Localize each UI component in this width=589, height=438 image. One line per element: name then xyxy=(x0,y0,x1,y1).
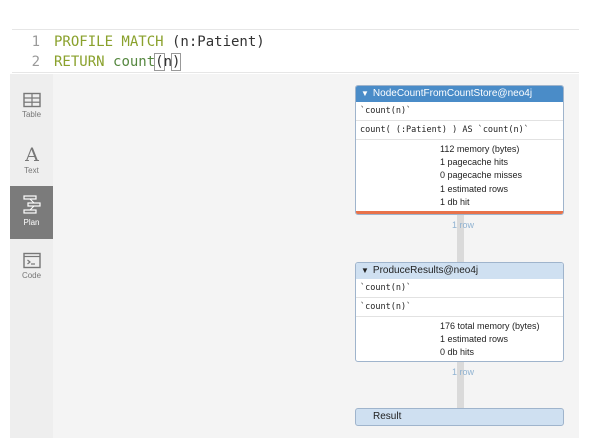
stat-estimated-rows: 1 estimated rows xyxy=(440,334,509,345)
operator-expression: count( (:Patient) ) AS `count(n)` xyxy=(356,121,563,140)
operator-stats: 176 total memory (bytes) 1 estimated row… xyxy=(356,317,563,360)
code-line-2[interactable]: 2 RETURN count(n) xyxy=(12,52,182,72)
view-tab-plan[interactable]: Plan xyxy=(10,186,53,239)
edge-row-count: 1 row xyxy=(452,367,475,377)
operator-expression: `count(n)` xyxy=(356,298,563,317)
plan-icon xyxy=(22,195,41,214)
function-count: count xyxy=(113,54,156,70)
view-tab-table[interactable]: Table xyxy=(10,82,53,135)
operator-title: ProduceResults@neo4j xyxy=(372,265,479,276)
line-number: 2 xyxy=(31,54,40,70)
stat-memory: 176 total memory (bytes) xyxy=(440,321,540,331)
operator-identifier: `count(n)` xyxy=(356,279,563,298)
view-tab-label: Table xyxy=(21,110,42,119)
db-hits-bar xyxy=(356,211,563,214)
collapse-triangle-icon[interactable]: ▼ xyxy=(361,89,369,98)
operator-node-count-from-count-store[interactable]: ▼ NodeCountFromCountStore@neo4j `count(n)… xyxy=(355,85,564,215)
paren-close: ) xyxy=(170,53,182,71)
view-tab-label: Plan xyxy=(23,218,40,227)
paren-open: ( xyxy=(154,53,165,71)
operator-title: NodeCountFromCountStore@neo4j xyxy=(372,88,533,99)
collapse-triangle-icon[interactable]: ▼ xyxy=(361,266,369,275)
stat-estimated-rows: 1 estimated rows xyxy=(440,183,509,194)
operator-identifier: `count(n)` xyxy=(356,102,563,121)
keyword-profile-match: PROFILE MATCH xyxy=(54,34,164,50)
operator-header[interactable]: ▼ NodeCountFromCountStore@neo4j xyxy=(356,86,563,102)
operator-stats: 112 memory (bytes) 1 pagecache hits 0 pa… xyxy=(356,140,563,209)
table-icon xyxy=(22,92,41,108)
svg-text:A: A xyxy=(24,144,39,164)
stat-db-hits: 0 db hits xyxy=(440,347,475,358)
stat-db-hits: 1 db hit xyxy=(440,196,470,207)
edge-row-count: 1 row xyxy=(452,220,475,230)
line-number: 1 xyxy=(31,34,40,50)
stat-pagecache-misses: 0 pagecache misses xyxy=(440,170,523,181)
view-tab-text[interactable]: A Text xyxy=(10,136,53,189)
stat-memory: 112 memory (bytes) xyxy=(440,144,520,154)
code-icon xyxy=(22,252,41,269)
stat-pagecache-hits: 1 pagecache hits xyxy=(440,157,509,168)
query-editor[interactable]: 1 PROFILE MATCH (n:Patient) 2 RETURN count… xyxy=(12,29,579,73)
view-tab-label: Text xyxy=(24,166,39,175)
result-view-sidebar: Table A Text Plan Code xyxy=(10,74,53,438)
code-line-1[interactable]: 1 PROFILE MATCH (n:Patient) xyxy=(12,32,265,52)
view-tab-label: Code xyxy=(21,271,42,280)
text-icon: A xyxy=(24,144,39,164)
count-argument: n xyxy=(163,54,173,70)
result-node[interactable]: Result xyxy=(355,408,564,426)
keyword-return: RETURN xyxy=(54,54,105,70)
view-tab-code[interactable]: Code xyxy=(10,242,53,295)
operator-produce-results[interactable]: ▼ ProduceResults@neo4j `count(n)` `count(… xyxy=(355,262,564,362)
operator-header[interactable]: ▼ ProduceResults@neo4j xyxy=(356,263,563,279)
pattern-text: (n:Patient) xyxy=(163,34,265,50)
